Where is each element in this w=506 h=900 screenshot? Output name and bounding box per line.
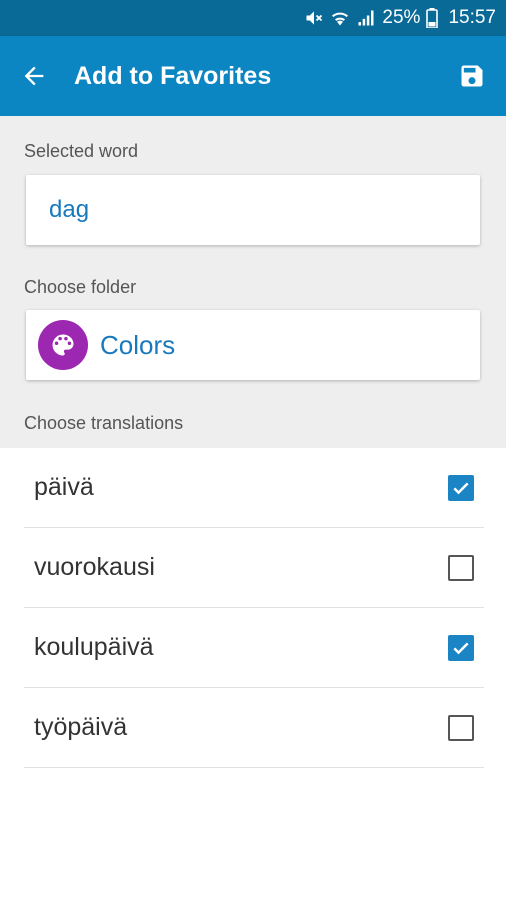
checkbox-unchecked[interactable]	[448, 714, 474, 741]
folder-avatar	[38, 320, 88, 370]
folder-selector[interactable]: Colors	[26, 310, 480, 380]
battery-percent: 25%	[382, 7, 421, 28]
page-title: Add to Favorites	[74, 61, 272, 90]
palette-icon	[52, 334, 74, 356]
folder-name: Colors	[100, 329, 176, 360]
selected-word-value: dag	[49, 196, 90, 223]
back-button[interactable]	[14, 56, 54, 96]
selected-word-card: dag	[26, 175, 480, 245]
save-icon	[461, 65, 483, 87]
checkbox-unchecked[interactable]	[448, 554, 474, 581]
checkbox-checked[interactable]	[448, 474, 474, 501]
clock: 15:57	[448, 7, 496, 28]
save-button[interactable]	[452, 56, 492, 96]
wifi-icon	[330, 8, 350, 28]
translations-list: päivä vuorokausi koulupäivä työpäivä	[0, 448, 506, 768]
translation-row[interactable]: vuorokausi	[24, 528, 484, 608]
translation-row[interactable]: päivä	[24, 448, 484, 528]
mute-icon	[304, 8, 324, 28]
arrow-back-icon	[24, 66, 44, 86]
signal-icon	[356, 8, 376, 28]
translation-label: koulupäivä	[34, 633, 154, 661]
check-icon	[453, 482, 469, 494]
check-icon	[453, 642, 469, 654]
translation-row[interactable]: työpäivä	[24, 688, 484, 768]
battery-icon	[426, 8, 439, 28]
selected-word-label: Selected word	[24, 141, 139, 161]
choose-folder-label: Choose folder	[24, 277, 137, 297]
translation-label: työpäivä	[34, 713, 128, 741]
status-bar: 25% 15:57	[0, 0, 506, 36]
app-bar: Add to Favorites	[0, 36, 506, 116]
checkbox-checked[interactable]	[448, 634, 474, 661]
choose-translations-label: Choose translations	[24, 413, 184, 433]
translation-row[interactable]: koulupäivä	[24, 608, 484, 688]
translation-label: vuorokausi	[34, 553, 155, 581]
translation-label: päivä	[34, 473, 94, 501]
